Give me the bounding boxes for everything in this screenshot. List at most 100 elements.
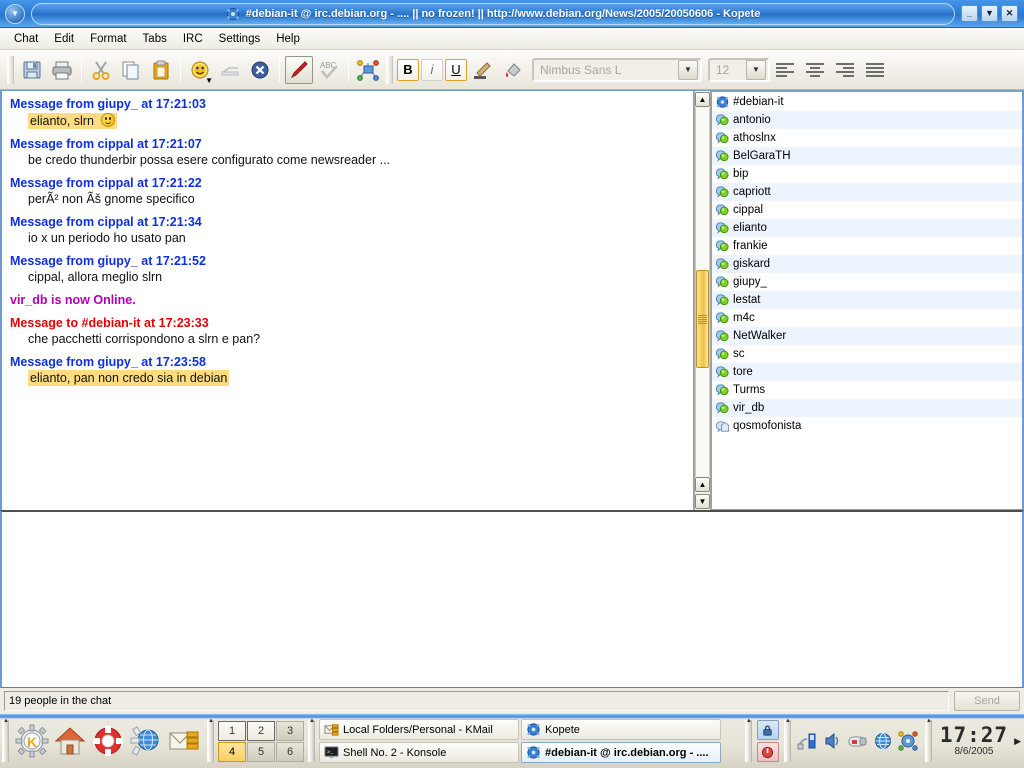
- menu-chat[interactable]: Chat: [6, 31, 46, 47]
- chat-message-view[interactable]: Message from giupy_ at 17:21:03 elianto,…: [0, 91, 694, 510]
- paste-button[interactable]: [147, 56, 175, 84]
- nick-label: antonio: [733, 114, 771, 126]
- speaker-icon[interactable]: [822, 730, 844, 752]
- list-item[interactable]: athoslnx: [712, 129, 1022, 147]
- home-icon[interactable]: [53, 724, 87, 758]
- foreground-color-button[interactable]: [469, 56, 497, 84]
- globe-icon[interactable]: [872, 730, 894, 752]
- toolbar-drag-handle[interactable]: [386, 56, 393, 84]
- menu-settings[interactable]: Settings: [211, 31, 269, 47]
- chevron-down-icon[interactable]: ▼: [746, 60, 766, 80]
- task-button-konsole[interactable]: >_ Shell No. 2 - Konsole: [319, 742, 519, 763]
- font-family-combo[interactable]: Nimbus Sans L ▼: [532, 58, 702, 82]
- message-input-area[interactable]: [0, 510, 1024, 688]
- toggle-rich-text-button[interactable]: [285, 56, 313, 84]
- emoticon-dropdown-caret[interactable]: ▼: [205, 76, 213, 85]
- emoticon-button[interactable]: ▼: [186, 56, 214, 84]
- list-item[interactable]: tore: [712, 363, 1022, 381]
- bold-button[interactable]: B: [397, 59, 419, 81]
- list-item[interactable]: antonio: [712, 111, 1022, 129]
- nick-list[interactable]: #debian-it antonio athoslnx BelGaraTH bi…: [711, 91, 1024, 510]
- list-item[interactable]: m4c: [712, 309, 1022, 327]
- klipper-icon[interactable]: [847, 730, 869, 752]
- tasklist-drag-handle[interactable]: [308, 720, 315, 762]
- menu-format[interactable]: Format: [82, 31, 134, 47]
- menu-irc[interactable]: IRC: [175, 31, 211, 47]
- plug-battery-icon[interactable]: [797, 730, 819, 752]
- list-item[interactable]: vir_db: [712, 399, 1022, 417]
- add-contact-button[interactable]: [354, 56, 382, 84]
- desktop-pager[interactable]: 1 2 3 4 5 6: [218, 721, 304, 762]
- list-item[interactable]: giupy_: [712, 273, 1022, 291]
- clock[interactable]: 17:27 8/6/2005: [934, 725, 1014, 757]
- toolbar-drag-handle[interactable]: [7, 56, 14, 84]
- font-size-combo[interactable]: 12 ▼: [708, 58, 770, 82]
- lock-screen-button[interactable]: [757, 720, 779, 740]
- lifebuoy-icon[interactable]: [91, 724, 125, 758]
- kde-gear-k-icon[interactable]: K: [15, 724, 49, 758]
- desktop-3-button[interactable]: 3: [276, 721, 304, 741]
- align-center-button[interactable]: [802, 58, 828, 82]
- underline-button[interactable]: U: [445, 59, 467, 81]
- panel-expand-arrow-icon[interactable]: ▶: [1014, 736, 1024, 747]
- send-file-button[interactable]: [216, 56, 244, 84]
- clock-drag-handle[interactable]: [925, 720, 932, 762]
- scroll-up-button[interactable]: ▲: [695, 92, 710, 107]
- list-item[interactable]: capriott: [712, 183, 1022, 201]
- list-item[interactable]: NetWalker: [712, 327, 1022, 345]
- print-button[interactable]: [48, 56, 76, 84]
- spellcheck-button[interactable]: ABC: [315, 56, 343, 84]
- minimize-button[interactable]: _: [961, 5, 978, 22]
- save-button[interactable]: [18, 56, 46, 84]
- menu-edit[interactable]: Edit: [46, 31, 82, 47]
- close-button[interactable]: ✕: [1001, 5, 1018, 22]
- list-item[interactable]: frankie: [712, 237, 1022, 255]
- list-item[interactable]: cippal: [712, 201, 1022, 219]
- list-item[interactable]: Turms: [712, 381, 1022, 399]
- desktop-6-button[interactable]: 6: [276, 742, 304, 762]
- pager-drag-handle[interactable]: [207, 720, 214, 762]
- scrollbar-track[interactable]: [695, 108, 710, 476]
- list-item[interactable]: qosmofonista: [712, 417, 1022, 435]
- list-item[interactable]: #debian-it: [712, 93, 1022, 111]
- menu-help[interactable]: Help: [268, 31, 308, 47]
- maximize-button[interactable]: ▼: [981, 5, 998, 22]
- list-item[interactable]: elianto: [712, 219, 1022, 237]
- taskbar-drag-handle[interactable]: [2, 720, 9, 762]
- desktop-1-button[interactable]: 1: [218, 721, 246, 741]
- copy-button[interactable]: [117, 56, 145, 84]
- desktop-2-button[interactable]: 2: [247, 721, 275, 741]
- desktop-4-button[interactable]: 4: [218, 742, 246, 762]
- align-justify-button[interactable]: [862, 58, 888, 82]
- logout-button[interactable]: [757, 742, 779, 762]
- scroll-down-button[interactable]: ▼: [695, 494, 710, 509]
- italic-button[interactable]: i: [421, 59, 443, 81]
- align-right-button[interactable]: [832, 58, 858, 82]
- message-input[interactable]: [2, 512, 1022, 687]
- background-color-button[interactable]: [499, 56, 527, 84]
- scroll-up-button-bottom[interactable]: ▲: [695, 477, 710, 492]
- list-item[interactable]: sc: [712, 345, 1022, 363]
- send-button[interactable]: Send: [954, 691, 1020, 711]
- task-button-kmail[interactable]: Local Folders/Personal - KMail: [319, 719, 519, 740]
- task-button-kopete[interactable]: Kopete: [521, 719, 721, 740]
- list-item[interactable]: bip: [712, 165, 1022, 183]
- cut-button[interactable]: [87, 56, 115, 84]
- list-item[interactable]: BelGaraTH: [712, 147, 1022, 165]
- align-left-button[interactable]: [772, 58, 798, 82]
- kmail-envelope-icon[interactable]: [167, 724, 201, 758]
- close-chat-button[interactable]: [246, 56, 274, 84]
- window-menu-button[interactable]: ▼: [5, 4, 25, 24]
- list-item[interactable]: lestat: [712, 291, 1022, 309]
- tray-drag-handle[interactable]: [784, 720, 791, 762]
- kopete-icon[interactable]: [897, 730, 919, 752]
- systray-drag-handle[interactable]: [745, 720, 752, 762]
- konqueror-globe-icon[interactable]: [129, 724, 163, 758]
- menu-tabs[interactable]: Tabs: [135, 31, 175, 47]
- chevron-down-icon[interactable]: ▼: [678, 60, 698, 80]
- task-button-debian-it-chat[interactable]: #debian-it @ irc.debian.org - ....: [521, 742, 721, 763]
- chat-scrollbar[interactable]: ▲ ▲ ▼: [694, 91, 711, 510]
- scrollbar-thumb[interactable]: [696, 270, 709, 368]
- desktop-5-button[interactable]: 5: [247, 742, 275, 762]
- list-item[interactable]: giskard: [712, 255, 1022, 273]
